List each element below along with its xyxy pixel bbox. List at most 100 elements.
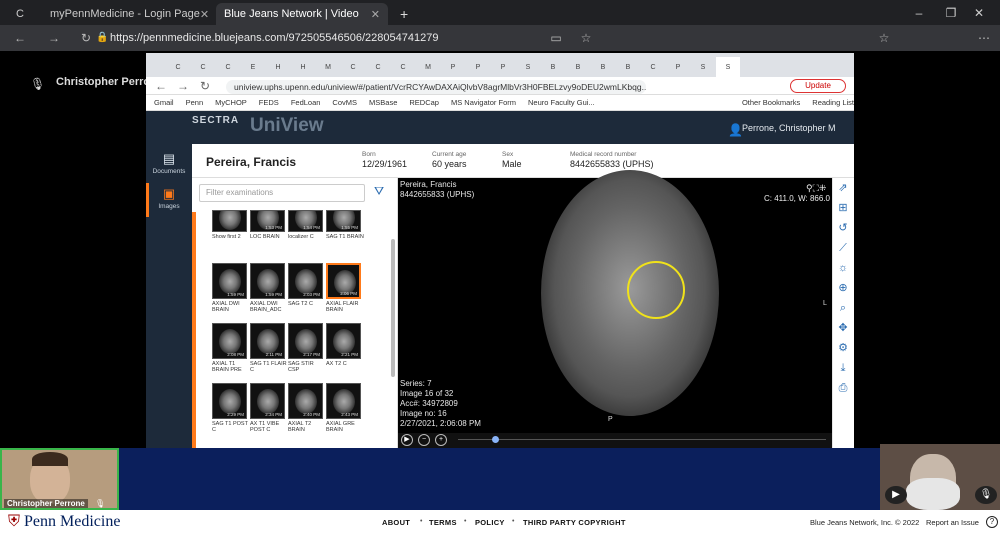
download-icon[interactable]: ⤓ — [834, 361, 852, 375]
minus-icon[interactable]: − — [418, 434, 430, 446]
nav-images[interactable]: ▣ Images — [146, 186, 192, 224]
inner-tab[interactable]: S — [691, 57, 715, 77]
settings-icon[interactable]: ⚙ — [834, 341, 852, 355]
nav-documents[interactable]: ▤ Documents — [146, 151, 192, 189]
camera-icon[interactable]: ▶ — [885, 486, 907, 504]
thumbnail-scrollbar[interactable] — [391, 239, 395, 377]
brightness-icon[interactable]: ☼ — [834, 261, 852, 275]
bookmark-item[interactable]: MSBase — [369, 98, 397, 107]
inner-tab[interactable]: C — [391, 57, 415, 77]
inner-tab[interactable]: H — [266, 57, 290, 77]
inner-tab[interactable]: B — [541, 57, 565, 77]
forward-icon[interactable]: → — [176, 78, 190, 94]
inner-tab[interactable]: C — [366, 57, 390, 77]
inner-tab[interactable]: C — [341, 57, 365, 77]
bookmark-item[interactable]: MS Navigator Form — [451, 98, 516, 107]
inner-tab[interactable]: C — [191, 57, 215, 77]
series-thumbnail[interactable]: 2:11 PM — [250, 323, 285, 359]
outer-tab-bluejeans[interactable]: Blue Jeans Network | Video ✕ — [216, 3, 388, 25]
bookmark-item[interactable]: Gmail — [154, 98, 174, 107]
maximize-icon[interactable]: ❐ — [944, 5, 958, 21]
play-icon[interactable]: ▶ — [401, 434, 413, 446]
inner-tab[interactable]: P — [666, 57, 690, 77]
forward-icon[interactable]: → — [46, 30, 62, 46]
bookmark-item[interactable]: Other Bookmarks — [742, 98, 800, 107]
user-name[interactable]: Perrone, Christopher M — [742, 123, 836, 133]
bookmark-item[interactable]: Reading List — [812, 98, 854, 107]
series-thumbnail[interactable]: 2:34 PM — [250, 383, 285, 419]
inner-tab[interactable]: B — [616, 57, 640, 77]
outer-tab-c[interactable]: C — [8, 3, 40, 25]
reload-icon[interactable]: ↻ — [78, 30, 94, 46]
series-thumbnail[interactable]: 2:03 PM — [288, 263, 323, 299]
close-icon[interactable]: ✕ — [200, 8, 209, 21]
favorites-icon[interactable]: ☆ — [876, 30, 892, 46]
series-thumbnail[interactable]: 1:55 PM — [326, 210, 361, 232]
inner-tab[interactable]: M — [316, 57, 340, 77]
microphone-icon[interactable]: 🎙 — [975, 486, 997, 504]
outer-tab-mypennmedicine[interactable]: myPennMedicine - Login Page ✕ — [42, 3, 212, 25]
update-button[interactable]: Update — [790, 79, 846, 93]
help-icon[interactable]: ? — [986, 516, 998, 528]
external-link-icon[interactable]: ⇗ — [834, 181, 852, 195]
roi-circle-annotation[interactable] — [627, 261, 685, 319]
rotate-icon[interactable]: ↺ — [834, 221, 852, 235]
back-icon[interactable]: ← — [12, 30, 28, 46]
series-thumbnail[interactable]: 2:06 PM — [326, 263, 361, 299]
footer-link-third-party-copyright[interactable]: THIRD PARTY COPYRIGHT — [523, 518, 626, 527]
inner-tab[interactable]: C — [216, 57, 240, 77]
filter-icon[interactable]: ⛛ — [374, 184, 384, 199]
footer-link-terms[interactable]: TERMS — [429, 518, 457, 527]
minimize-icon[interactable]: – — [912, 5, 926, 21]
print-icon[interactable]: ⎙ — [834, 381, 852, 395]
filter-examinations-input[interactable]: Filter examinations — [199, 184, 365, 202]
inner-url[interactable]: uniview.uphs.upenn.edu/uniview/#/patient… — [226, 80, 646, 94]
pan-icon[interactable]: ⊕ — [834, 281, 852, 295]
bookmark-item[interactable]: FEDS — [259, 98, 279, 107]
cine-slider-knob[interactable] — [492, 436, 499, 443]
back-icon[interactable]: ← — [154, 78, 168, 94]
series-thumbnail[interactable]: 1:59 PM — [250, 263, 285, 299]
layout-grid-icon[interactable]: ⊞ — [834, 201, 852, 215]
bookmark-item[interactable]: MyCHOP — [215, 98, 247, 107]
series-thumbnail[interactable]: 2:21 PM — [326, 323, 361, 359]
series-thumbnail[interactable]: 1:54 PM — [288, 210, 323, 232]
reload-icon[interactable]: ↻ — [198, 78, 212, 94]
new-tab-button[interactable]: + — [392, 3, 410, 25]
window-close-icon[interactable]: ✕ — [972, 5, 986, 21]
series-thumbnail[interactable]: 2:17 PM — [288, 323, 323, 359]
series-thumbnail[interactable] — [212, 210, 247, 232]
more-icon[interactable]: ⋯ — [976, 30, 992, 46]
bookmark-item[interactable]: FedLoan — [291, 98, 321, 107]
inner-tab[interactable]: C — [641, 57, 665, 77]
inner-tab[interactable]: B — [566, 57, 590, 77]
bookmark-item[interactable]: Penn — [186, 98, 204, 107]
outer-url[interactable]: https://pennmedicine.bluejeans.com/97250… — [110, 29, 610, 47]
report-issue-link[interactable]: Report an Issue — [926, 518, 979, 527]
inner-tab[interactable]: P — [491, 57, 515, 77]
footer-link-about[interactable]: ABOUT — [382, 518, 410, 527]
inner-tab[interactable]: P — [441, 57, 465, 77]
inner-tab[interactable]: H — [291, 57, 315, 77]
inner-tab[interactable]: B — [591, 57, 615, 77]
bookmark-item[interactable]: CovMS — [332, 98, 357, 107]
series-thumbnail[interactable]: 1:59 PM — [212, 263, 247, 299]
cine-slider-track[interactable] — [458, 439, 826, 440]
series-thumbnail[interactable]: 2:40 PM — [288, 383, 323, 419]
zoom-icon[interactable]: ⌕ — [834, 301, 852, 315]
inner-tab[interactable]: S — [516, 57, 540, 77]
series-thumbnail[interactable]: 1:53 PM — [250, 210, 285, 232]
plus-icon[interactable]: + — [435, 434, 447, 446]
footer-link-policy[interactable]: POLICY — [475, 518, 505, 527]
inner-tab[interactable]: C — [166, 57, 190, 77]
move-icon[interactable]: ✥ — [834, 321, 852, 335]
measure-icon[interactable]: ⟋ — [834, 241, 852, 255]
series-thumbnail[interactable]: 2:29 PM — [212, 383, 247, 419]
bookmark-item[interactable]: Neuro Faculty Gui... — [528, 98, 595, 107]
inner-tab[interactable]: M — [416, 57, 440, 77]
bookmark-item[interactable]: REDCap — [409, 98, 439, 107]
inner-tab[interactable]: E — [241, 57, 265, 77]
series-thumbnail[interactable]: 2:43 PM — [326, 383, 361, 419]
inner-tab[interactable]: S — [716, 57, 740, 77]
inner-tab[interactable]: P — [466, 57, 490, 77]
